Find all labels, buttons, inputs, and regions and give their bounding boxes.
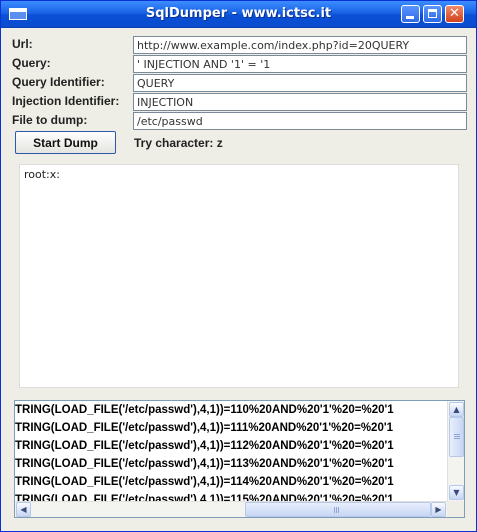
log-line: TRING(LOAD_FILE('/etc/passwd'),4,1))=112…	[15, 440, 394, 452]
maximize-icon	[428, 9, 437, 18]
app-window: SqlDumper - www.ictsc.it ✕ Url: Query: Q…	[0, 0, 477, 532]
file-to-dump-label: File to dump:	[12, 113, 88, 127]
scrollbar-corner	[447, 501, 464, 517]
log-line: TRING(LOAD_FILE('/etc/passwd'),4,1))=111…	[15, 422, 393, 434]
log-line: TRING(LOAD_FILE('/etc/passwd'),4,1))=110…	[15, 404, 394, 416]
scroll-up-icon[interactable]: ▲	[449, 402, 464, 417]
scroll-down-icon[interactable]: ▼	[449, 485, 464, 500]
query-identifier-label: Query Identifier:	[12, 75, 105, 89]
file-to-dump-field[interactable]	[133, 112, 467, 130]
query-identifier-field[interactable]	[133, 74, 467, 92]
query-label: Query:	[12, 56, 51, 70]
horizontal-scroll-thumb[interactable]	[245, 502, 431, 517]
injection-identifier-label: Injection Identifier:	[12, 94, 120, 108]
status-text: Try character: z	[134, 136, 223, 150]
request-log[interactable]: TRING(LOAD_FILE('/etc/passwd'),4,1))=110…	[14, 400, 465, 518]
close-button[interactable]: ✕	[445, 5, 464, 23]
log-line: TRING(LOAD_FILE('/etc/passwd'),4,1))=114…	[15, 476, 394, 488]
maximize-button[interactable]	[423, 5, 442, 23]
vertical-scroll-thumb[interactable]	[449, 417, 464, 457]
minimize-button[interactable]	[401, 5, 420, 23]
log-line: TRING(LOAD_FILE('/etc/passwd'),4,1))=113…	[15, 458, 394, 470]
query-field[interactable]	[133, 55, 467, 73]
scroll-left-icon[interactable]: ◀	[16, 502, 31, 517]
url-label: Url:	[12, 37, 33, 51]
title-bar[interactable]: SqlDumper - www.ictsc.it ✕	[1, 1, 476, 28]
injection-identifier-field[interactable]	[133, 93, 467, 111]
scroll-right-icon[interactable]: ▶	[431, 502, 446, 517]
vertical-scrollbar[interactable]: ▲ ▼	[447, 401, 464, 501]
close-icon: ✕	[449, 6, 460, 21]
grip-icon	[334, 507, 335, 513]
horizontal-scrollbar[interactable]: ◀ ▶	[15, 501, 447, 517]
log-lines: TRING(LOAD_FILE('/etc/passwd'),4,1))=110…	[15, 401, 447, 501]
log-line: TRING(LOAD_FILE('/etc/passwd'),4,1))=115…	[15, 494, 394, 501]
start-dump-button[interactable]: Start Dump	[15, 131, 116, 154]
url-field[interactable]	[133, 36, 467, 54]
minimize-icon	[406, 16, 414, 19]
grip-icon	[454, 434, 460, 435]
dump-output-area[interactable]: root:x:	[19, 164, 459, 388]
